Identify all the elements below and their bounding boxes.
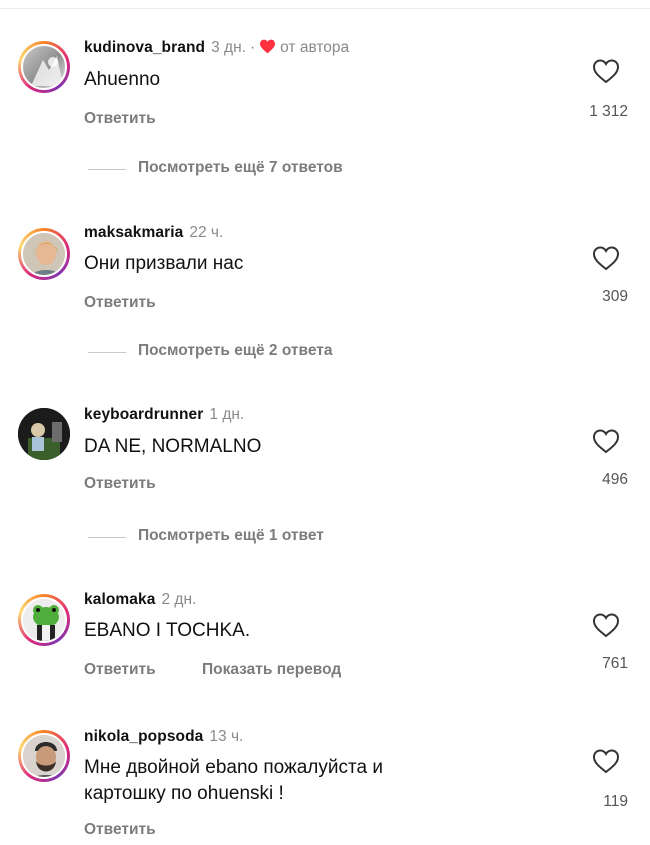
like-count: 496 [602, 471, 628, 488]
reply-button[interactable]: Ответить [84, 661, 156, 679]
heart-outline-icon[interactable] [592, 612, 620, 638]
heart-outline-icon[interactable] [592, 428, 620, 454]
heart-outline-icon[interactable] [592, 58, 620, 84]
comment-text: Они призвали нас [84, 253, 244, 274]
comment-text: EBANO I TOCHKA. [84, 620, 251, 641]
like-count: 761 [602, 655, 628, 672]
view-more-replies-button[interactable]: Посмотреть ещё 7 ответов [138, 159, 343, 177]
comment-text: Ahuenno [84, 69, 161, 90]
username[interactable]: maksakmaria [84, 224, 183, 241]
heart-outline-icon[interactable] [592, 245, 620, 271]
reply-button[interactable]: Ответить [84, 110, 156, 128]
username[interactable]: nikola_popsoda [84, 728, 203, 745]
comment-meta: kudinova_brand 3 дн. · от автора [84, 38, 349, 60]
heart-filled-icon [259, 39, 276, 60]
username[interactable]: kudinova_brand [84, 39, 205, 56]
view-more-replies-button[interactable]: Посмотреть ещё 1 ответ [138, 527, 324, 545]
reply-button[interactable]: Ответить [84, 475, 156, 493]
comment-text: Мне двойной ebano пожалуйста и картошку … [84, 755, 504, 807]
avatar-image [23, 599, 65, 641]
username[interactable]: kalomaka [84, 591, 155, 608]
separator-dot: · [249, 39, 256, 56]
top-divider [0, 8, 650, 9]
comment-time: 13 ч. [209, 728, 244, 745]
like-count: 1 312 [589, 103, 628, 120]
reply-button[interactable]: Ответить [84, 294, 156, 312]
comment-meta: nikola_popsoda 13 ч. [84, 727, 243, 747]
comment-meta: keyboardrunner 1 дн. [84, 405, 244, 425]
avatar-image [31, 56, 63, 86]
comment-time: 3 дн. [211, 39, 246, 56]
comment-time: 2 дн. [161, 591, 197, 608]
avatar-image [23, 233, 65, 275]
author-liked-label: от автора [280, 39, 350, 56]
reply-button[interactable]: Ответить [84, 821, 156, 839]
like-count: 309 [602, 288, 628, 305]
avatar-image [18, 408, 70, 460]
avatar[interactable] [18, 730, 70, 782]
comment-meta: maksakmaria 22 ч. [84, 223, 223, 243]
comment-time: 22 ч. [189, 224, 224, 241]
avatar-image [23, 735, 65, 777]
replies-divider [88, 352, 126, 353]
avatar[interactable] [18, 41, 70, 93]
avatar[interactable] [18, 408, 70, 460]
view-more-replies-button[interactable]: Посмотреть ещё 2 ответа [138, 342, 332, 360]
comment-text-line: Мне двойной ebano пожалуйста и [84, 757, 383, 778]
comment-text: DA NE, NORMALNO [84, 436, 262, 457]
comment-text-line: картошку по ohuenski ! [84, 783, 284, 804]
comment-time: 1 дн. [209, 406, 245, 423]
username[interactable]: keyboardrunner [84, 406, 203, 423]
like-count: 119 [603, 793, 628, 810]
show-translation-button[interactable]: Показать перевод [202, 661, 341, 679]
avatar[interactable] [18, 228, 70, 280]
replies-divider [88, 169, 126, 170]
heart-outline-icon[interactable] [592, 748, 620, 774]
avatar[interactable] [18, 594, 70, 646]
replies-divider [88, 537, 126, 538]
comment-meta: kalomaka 2 дн. [84, 590, 196, 610]
